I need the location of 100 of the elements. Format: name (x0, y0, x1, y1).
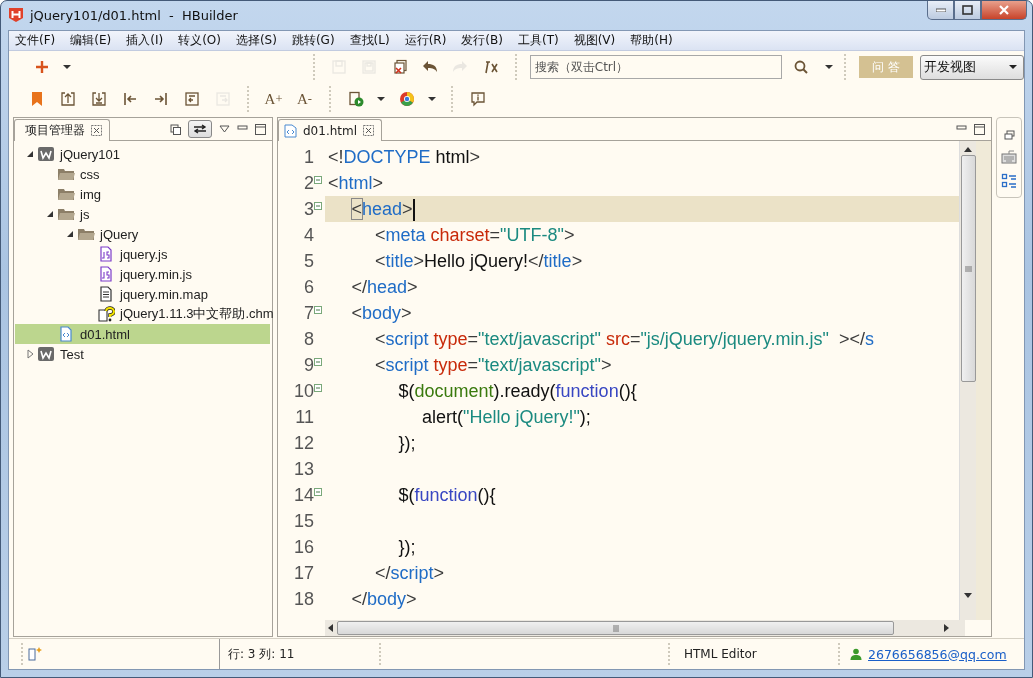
panel-tab[interactable]: 项目管理器 (14, 119, 110, 141)
user-email-link[interactable]: 2676656856@qq.com (868, 646, 1007, 662)
close-icon[interactable] (91, 125, 102, 136)
line-number: 15 (292, 510, 314, 533)
menu-item[interactable]: 编辑(E) (66, 32, 116, 49)
scroll-down-icon[interactable] (964, 593, 973, 598)
scroll-up-icon[interactable] (964, 147, 973, 152)
html-file-icon (57, 326, 75, 342)
menu-item[interactable]: 发行(B) (457, 32, 507, 49)
tree-item[interactable]: Test (15, 344, 270, 364)
code-line: </body> (350, 588, 418, 611)
line-number: 2 (303, 172, 314, 195)
export-icon[interactable] (90, 91, 107, 107)
horizontal-scrollbar[interactable] (325, 620, 965, 636)
collapse-all-icon[interactable] (170, 123, 181, 135)
caret-icon[interactable] (63, 65, 72, 69)
tree-item[interactable]: img (15, 184, 270, 204)
outline-icon[interactable] (1001, 173, 1018, 189)
project-icon (37, 146, 55, 162)
code-line: </script> (374, 562, 446, 585)
code-line: $(function(){ (397, 484, 497, 507)
folder-icon (57, 186, 75, 202)
menu-item[interactable]: 查找(L) (345, 32, 394, 49)
tree-item[interactable]: jQuery (15, 224, 270, 244)
line-number: 9 (303, 354, 314, 377)
fold-icon[interactable] (314, 306, 322, 314)
fold-icon[interactable] (314, 202, 322, 210)
menu-item[interactable]: 文件(F) (11, 32, 60, 49)
menu-item[interactable]: 工具(T) (513, 32, 563, 49)
expand-arrow-icon[interactable] (25, 349, 35, 359)
caret-icon[interactable] (377, 97, 385, 101)
comment-block-icon[interactable] (183, 91, 200, 107)
perspective-dropdown[interactable]: 开发视图 (920, 54, 1025, 80)
scroll-left-icon[interactable] (328, 624, 333, 632)
caret-icon[interactable] (825, 65, 834, 69)
file-icon (97, 286, 115, 302)
menu-item[interactable]: 运行(R) (400, 32, 451, 49)
menu-item[interactable]: 转义(O) (174, 32, 225, 49)
scroll-thumb[interactable] (337, 621, 894, 635)
tree-item[interactable]: jquery.js (15, 244, 270, 264)
html-file-icon (284, 123, 297, 138)
fold-icon[interactable] (314, 384, 322, 392)
code-line: <script type="text/javascript" src="js/jQuery/jquery.min.js" ></s (374, 328, 875, 351)
menu-item[interactable]: 选择(S) (231, 32, 281, 49)
minimize-button[interactable] (927, 1, 954, 20)
menu-item[interactable]: 帮助(H) (626, 32, 677, 49)
vertical-scrollbar[interactable] (959, 141, 977, 620)
js-file-icon (97, 266, 115, 282)
close-file-icon[interactable] (391, 59, 408, 75)
run-page-icon[interactable] (347, 91, 364, 107)
collapse-arrow-icon[interactable] (65, 229, 75, 239)
caret-icon[interactable] (428, 97, 436, 101)
fold-icon[interactable] (314, 488, 322, 496)
close-button[interactable] (981, 1, 1027, 20)
cursor-position: 行: 3 列: 11 (228, 645, 295, 663)
plus-icon[interactable] (34, 59, 51, 75)
maximize-icon[interactable] (974, 123, 986, 135)
minimize-icon (935, 8, 946, 12)
search-field[interactable]: 搜索（双击Ctrl） (529, 55, 783, 79)
view-menu-icon[interactable] (219, 123, 230, 135)
folder-icon (57, 166, 75, 182)
tree-item[interactable]: jquery.min.js (15, 264, 270, 284)
line-number: 13 (292, 458, 314, 481)
collapse-arrow-icon[interactable] (25, 149, 35, 159)
maximize-icon[interactable] (255, 123, 266, 135)
tree-item[interactable]: jQuery101 (15, 144, 270, 164)
editor-type: HTML Editor (684, 647, 757, 661)
link-editor-button[interactable] (188, 120, 212, 138)
tree-item[interactable]: css (15, 164, 270, 184)
line-number: 4 (303, 224, 314, 247)
code-line: <body> (350, 302, 413, 325)
close-icon (998, 5, 1010, 15)
menu-item[interactable]: 跳转(G) (287, 32, 339, 49)
fold-icon[interactable] (314, 176, 322, 184)
indent-right-icon[interactable] (152, 91, 169, 107)
indent-left-icon[interactable] (121, 91, 138, 107)
menu-item[interactable]: 视图(V) (569, 32, 620, 49)
scroll-thumb[interactable] (960, 155, 976, 382)
close-icon[interactable] (363, 125, 375, 136)
scroll-right-icon[interactable] (944, 624, 949, 632)
line-number: 8 (303, 328, 314, 351)
editor-tab[interactable]: d01.html (278, 119, 383, 141)
code-line: <meta charset="UTF-8"> (374, 224, 576, 247)
menu-item[interactable]: 插入(I) (122, 32, 168, 49)
fold-icon[interactable] (314, 358, 322, 366)
restore-icon[interactable] (1003, 130, 1015, 141)
tree-item[interactable]: jquery.min.map (15, 284, 270, 304)
browser-icon[interactable] (398, 91, 415, 107)
info-icon[interactable] (469, 91, 486, 107)
maximize-button[interactable] (954, 1, 981, 20)
search-icon[interactable] (792, 59, 809, 75)
collapse-arrow-icon[interactable] (45, 209, 55, 219)
line-number: 7 (303, 302, 314, 325)
line-number: 6 (303, 276, 314, 299)
js-file-icon (97, 246, 115, 262)
format-icon[interactable] (482, 59, 499, 75)
import-icon[interactable] (59, 91, 76, 107)
tree-item[interactable]: js (15, 204, 270, 224)
tree-item[interactable]: d01.html (15, 324, 270, 344)
user-icon (850, 648, 862, 660)
